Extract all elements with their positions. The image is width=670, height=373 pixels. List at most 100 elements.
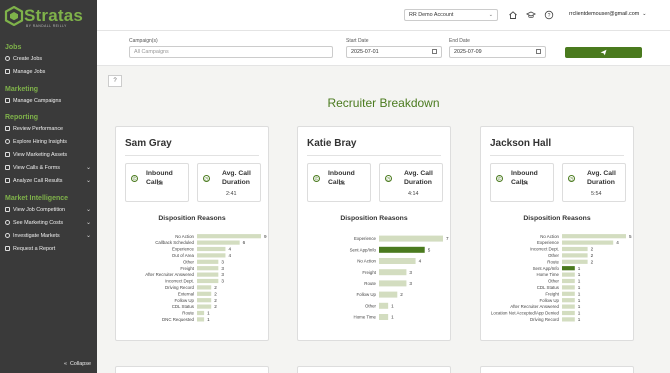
bar[interactable] [379,258,416,264]
sidebar-item-analyze-call-results[interactable]: Analyze Call Results ⌄ [5,175,93,186]
bar[interactable] [562,298,575,303]
bar[interactable] [562,278,575,284]
bar[interactable] [562,304,575,309]
bar[interactable] [562,317,575,322]
disposition-title: Disposition Reasons [340,215,408,222]
bar[interactable] [379,246,425,253]
bar-value-label: 9 [264,234,267,239]
bar[interactable] [197,246,226,252]
bar[interactable] [562,234,626,239]
bar[interactable] [379,291,398,298]
bar[interactable] [379,314,389,320]
bar[interactable] [197,298,212,303]
inbound-calls-value: 26 [339,181,345,187]
bar[interactable] [379,280,407,287]
sidebar-item-investigate-markets[interactable]: Investigate Markets ⌄ [5,230,93,241]
phone-icon: ✆ [131,175,138,182]
bar-value-label: 4 [228,247,231,252]
globe-icon [5,233,10,238]
disposition-chart: Experience 7 Sent App/Info 5 No Action 4 Freig… [350,235,449,320]
recruiter-card [115,366,269,373]
bar[interactable] [562,240,614,245]
end-date-value: 2025-07-09 [454,49,482,55]
bar[interactable] [197,278,219,284]
bar[interactable] [562,259,588,264]
bar[interactable] [562,246,588,252]
graduation-cap-icon[interactable] [525,10,537,20]
sidebar-item-manage-campaigns[interactable]: Manage Campaigns [5,95,93,106]
bar-value-label: 3 [409,270,412,275]
category-label: Driving Record [530,317,560,322]
sidebar-item-request-a-report[interactable]: Request a Report [5,243,93,254]
bar-value-label: 1 [578,266,581,271]
bar[interactable] [197,253,226,258]
bar[interactable] [197,304,212,309]
sidebar-item-view-marketing-assets[interactable]: View Marketing Assets [5,149,93,160]
bar[interactable] [562,285,575,290]
category-label: Callback Scheduled [155,240,194,245]
briefcase-icon [5,207,10,212]
category-label: Freight [362,270,376,275]
category-label: No Action [357,259,376,264]
bar[interactable] [562,253,588,258]
bar[interactable] [197,317,205,322]
collapse-button[interactable]: «Collapse [64,361,91,367]
help-button[interactable]: ? [108,75,122,87]
bar[interactable] [197,259,219,264]
bar[interactable] [379,302,389,309]
bar[interactable] [379,235,443,242]
bar[interactable] [562,266,575,271]
bar[interactable] [562,272,575,277]
bar[interactable] [379,269,407,276]
page-title: Recruiter Breakdown [327,96,440,110]
sidebar-item-create-jobs[interactable]: Create Jobs [5,53,93,64]
disposition-title: Disposition Reasons [158,215,226,222]
bar-value-label: 2 [214,285,217,290]
recruiter-card: Sam Gray ✆ Inbound Calls 50 ◷ Avg. Call … [115,126,269,341]
sidebar-item-view-calls-forms[interactable]: View Calls & Forms ⌄ [5,162,93,173]
brand-logo[interactable]: Stratas BY RANDALL REILLY [4,5,94,28]
end-date-input[interactable]: 2025-07-09 [449,46,546,58]
sidebar-item-label: Explore Hiring Insights [13,138,67,145]
sidebar-item-view-job-competition[interactable]: View Job Competition ⌄ [5,204,93,215]
start-date-input[interactable]: 2025-07-01 [346,46,442,58]
user-menu[interactable]: rrclientdemouser@gmail.com ⌄ [569,11,646,17]
chevron-down-icon: ⌄ [642,11,647,17]
sidebar-item-see-marketing-costs[interactable]: See Marketing Costs ⌄ [5,217,93,228]
sidebar-item-review-performance[interactable]: Review Performance [5,123,93,134]
bar-value-label: 1 [578,317,581,322]
bar[interactable] [197,272,219,277]
bar[interactable] [197,310,205,316]
bar[interactable] [197,234,261,239]
sidebar-item-label: See Marketing Costs [13,219,64,226]
category-label: Experience [537,240,560,245]
bar-value-label: 2 [214,298,217,303]
sidebar-item-manage-jobs[interactable]: Manage Jobs [5,66,93,77]
home-icon[interactable] [508,10,518,20]
bar[interactable] [197,240,240,245]
bar[interactable] [562,291,575,296]
plus-circle-icon [5,56,10,61]
category-label: Route [547,259,559,264]
account-select[interactable]: RR Demo Account ⌄ [404,9,498,21]
bar[interactable] [562,310,575,316]
double-chevron-left-icon: « [64,361,67,367]
apply-filters-button[interactable] [565,47,642,58]
recruiter-card [297,366,451,373]
clock-icon: ◷ [568,175,575,182]
bar[interactable] [197,291,212,296]
sidebar-item-explore-hiring-insights[interactable]: Explore Hiring Insights [5,136,93,147]
bar[interactable] [197,285,212,290]
bar[interactable] [197,266,219,271]
brand-name: Stratas [24,6,84,25]
recruiter-card: Jackson Hall ✆ Inbound Calls 24 ◷ Avg. C… [480,126,634,341]
bar-value-label: 6 [243,240,246,245]
inbound-calls-stat: ✆ Inbound Calls 24 [490,163,554,202]
campaign-select[interactable]: All Campaigns [129,46,333,58]
dollar-icon [5,220,10,225]
help-circle-icon[interactable]: ? [544,10,554,20]
avg-duration-label-2: Duration [404,179,432,186]
category-label: Home Time [537,272,560,277]
bar-value-label: 3 [221,272,224,277]
inbound-calls-stat: ✆ Inbound Calls 50 [125,163,189,202]
